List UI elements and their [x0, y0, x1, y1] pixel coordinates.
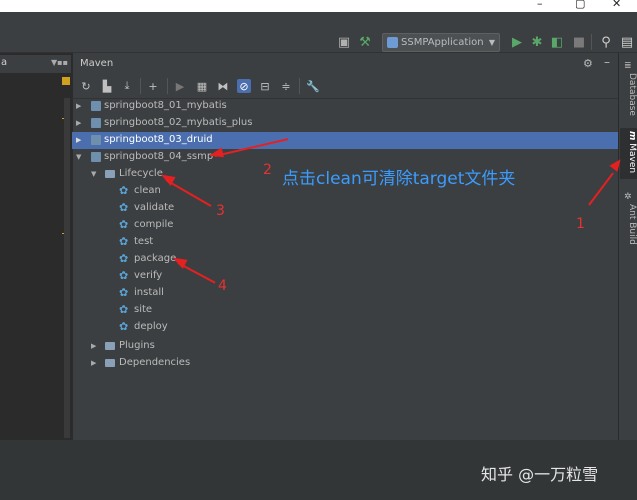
project-label: springboot8_02_mybatis_plus — [104, 117, 253, 128]
dependencies-folder-icon — [105, 359, 115, 367]
spring-app-icon — [387, 37, 398, 48]
goal-gear-icon: ✿ — [119, 286, 129, 299]
expanded-arrow-icon[interactable]: ▼ — [91, 170, 96, 178]
build-hammer-icon[interactable]: ⚒ — [357, 34, 373, 50]
tool-tab-maven[interactable]: m Maven — [620, 128, 637, 179]
dependencies-label[interactable]: Dependencies — [119, 357, 190, 368]
goal-gear-icon: ✿ — [119, 320, 129, 333]
goal-gear-icon: ✿ — [119, 235, 129, 248]
reimport-icon[interactable]: ↻ — [79, 79, 93, 93]
goal-test[interactable]: test — [134, 236, 153, 247]
collapsed-arrow-icon[interactable]: ▶ — [76, 102, 81, 110]
layout-icon[interactable]: ▤ — [619, 34, 635, 50]
skip-tests-icon[interactable]: ⊘ — [237, 79, 251, 93]
database-icon: ≣ — [624, 61, 632, 71]
lifecycle-label[interactable]: Lifecycle — [119, 168, 163, 179]
toolbar-divider — [299, 78, 300, 94]
expanded-arrow-icon[interactable]: ▼ — [76, 153, 81, 161]
lifecycle-folder-icon — [105, 170, 115, 178]
goal-site[interactable]: site — [134, 304, 152, 315]
annotation-number-1: 1 — [576, 216, 585, 232]
project-label: springboot8_03_druid — [104, 134, 213, 145]
wrench-icon[interactable]: 🔧 — [306, 79, 320, 93]
collapse-all-icon[interactable]: ≑ — [279, 79, 293, 93]
annotation-number-4: 4 — [218, 278, 227, 294]
annotation-number-3: 3 — [216, 203, 225, 219]
goal-gear-icon: ✿ — [119, 184, 129, 197]
plugins-label[interactable]: Plugins — [119, 340, 155, 351]
goal-gear-icon: ✿ — [119, 303, 129, 316]
coverage-icon[interactable]: ◧ — [549, 34, 565, 50]
watermark: 知乎 @一万粒雪 — [481, 465, 599, 484]
goal-install[interactable]: install — [134, 287, 164, 298]
tool-tab-ant-build[interactable]: Ant Build — [620, 204, 637, 250]
ant-icon: ✲ — [624, 192, 632, 202]
goal-gear-icon: ✿ — [119, 218, 129, 231]
editor-tab-label: a — [1, 57, 8, 68]
chevron-down-icon: ▼ — [488, 38, 495, 47]
run-config-select[interactable]: SSMPApplication ▼ — [382, 33, 500, 52]
editor-area — [0, 53, 71, 440]
goal-verify[interactable]: verify — [134, 270, 162, 281]
minimize-button[interactable]: – — [537, 0, 543, 10]
hide-panel-icon[interactable]: – — [604, 55, 610, 69]
debug-icon[interactable]: ✱ — [529, 34, 545, 50]
collapsed-arrow-icon[interactable]: ▶ — [76, 136, 81, 144]
show-dependencies-icon[interactable]: ⊟ — [258, 79, 272, 93]
maven-panel-title: Maven — [80, 58, 114, 69]
editor-tab-menu-icon[interactable]: ▼▪▪ — [51, 58, 68, 67]
goal-validate[interactable]: validate — [134, 202, 174, 213]
project-label: springboot8_01_mybatis — [104, 100, 227, 111]
goal-clean[interactable]: clean — [134, 185, 161, 196]
tool-tab-database[interactable]: Database — [620, 73, 637, 119]
collapsed-arrow-icon[interactable]: ▶ — [91, 342, 96, 350]
toolbar-divider — [140, 78, 141, 94]
tool-tab-maven-label: Maven — [627, 143, 637, 174]
run-goal-icon[interactable]: ▶ — [173, 79, 187, 93]
close-window-button[interactable]: ✕ — [612, 0, 621, 10]
editor-scrollbar[interactable] — [64, 98, 70, 438]
goal-deploy[interactable]: deploy — [134, 321, 168, 332]
restore-button[interactable]: ▢ — [575, 0, 585, 10]
toolbar-divider — [591, 34, 592, 50]
collapsed-arrow-icon[interactable]: ▶ — [76, 119, 81, 127]
plugins-folder-icon — [105, 342, 115, 350]
goal-gear-icon: ✿ — [119, 201, 129, 214]
execute-goal-icon[interactable]: ▦ — [195, 79, 209, 93]
generate-sources-icon[interactable]: ▙ — [100, 79, 114, 93]
run-icon[interactable]: ▶ — [509, 34, 525, 50]
goal-gear-icon: ✿ — [119, 252, 129, 265]
maven-project-icon — [91, 118, 101, 128]
download-icon[interactable]: ⤓ — [120, 79, 134, 93]
maven-m-icon: m — [627, 131, 637, 141]
annotation-caption: 点击clean可清除target文件夹 — [282, 169, 516, 189]
project-label: springboot8_04_ssmp — [104, 151, 214, 162]
search-icon[interactable]: ⚲ — [598, 34, 614, 50]
goal-gear-icon: ✿ — [119, 269, 129, 282]
toolbar-divider — [167, 78, 168, 94]
annotation-number-2: 2 — [263, 162, 272, 178]
gutter-warning-icon — [62, 77, 70, 85]
maven-project-icon — [91, 152, 101, 162]
maven-project-icon — [91, 135, 101, 145]
maven-project-icon — [91, 101, 101, 111]
stop-icon[interactable]: ■ — [571, 34, 587, 50]
add-project-icon[interactable]: + — [146, 79, 160, 93]
toggle-offline-icon[interactable]: ⧓ — [216, 79, 230, 93]
goal-compile[interactable]: compile — [134, 219, 173, 230]
collapsed-arrow-icon[interactable]: ▶ — [91, 359, 96, 367]
settings-gear-icon[interactable]: ⚙ — [583, 57, 593, 70]
run-config-label: SSMPApplication — [401, 37, 484, 48]
goal-package[interactable]: package — [134, 253, 176, 264]
run-config-icon[interactable]: ▣ — [336, 34, 352, 50]
